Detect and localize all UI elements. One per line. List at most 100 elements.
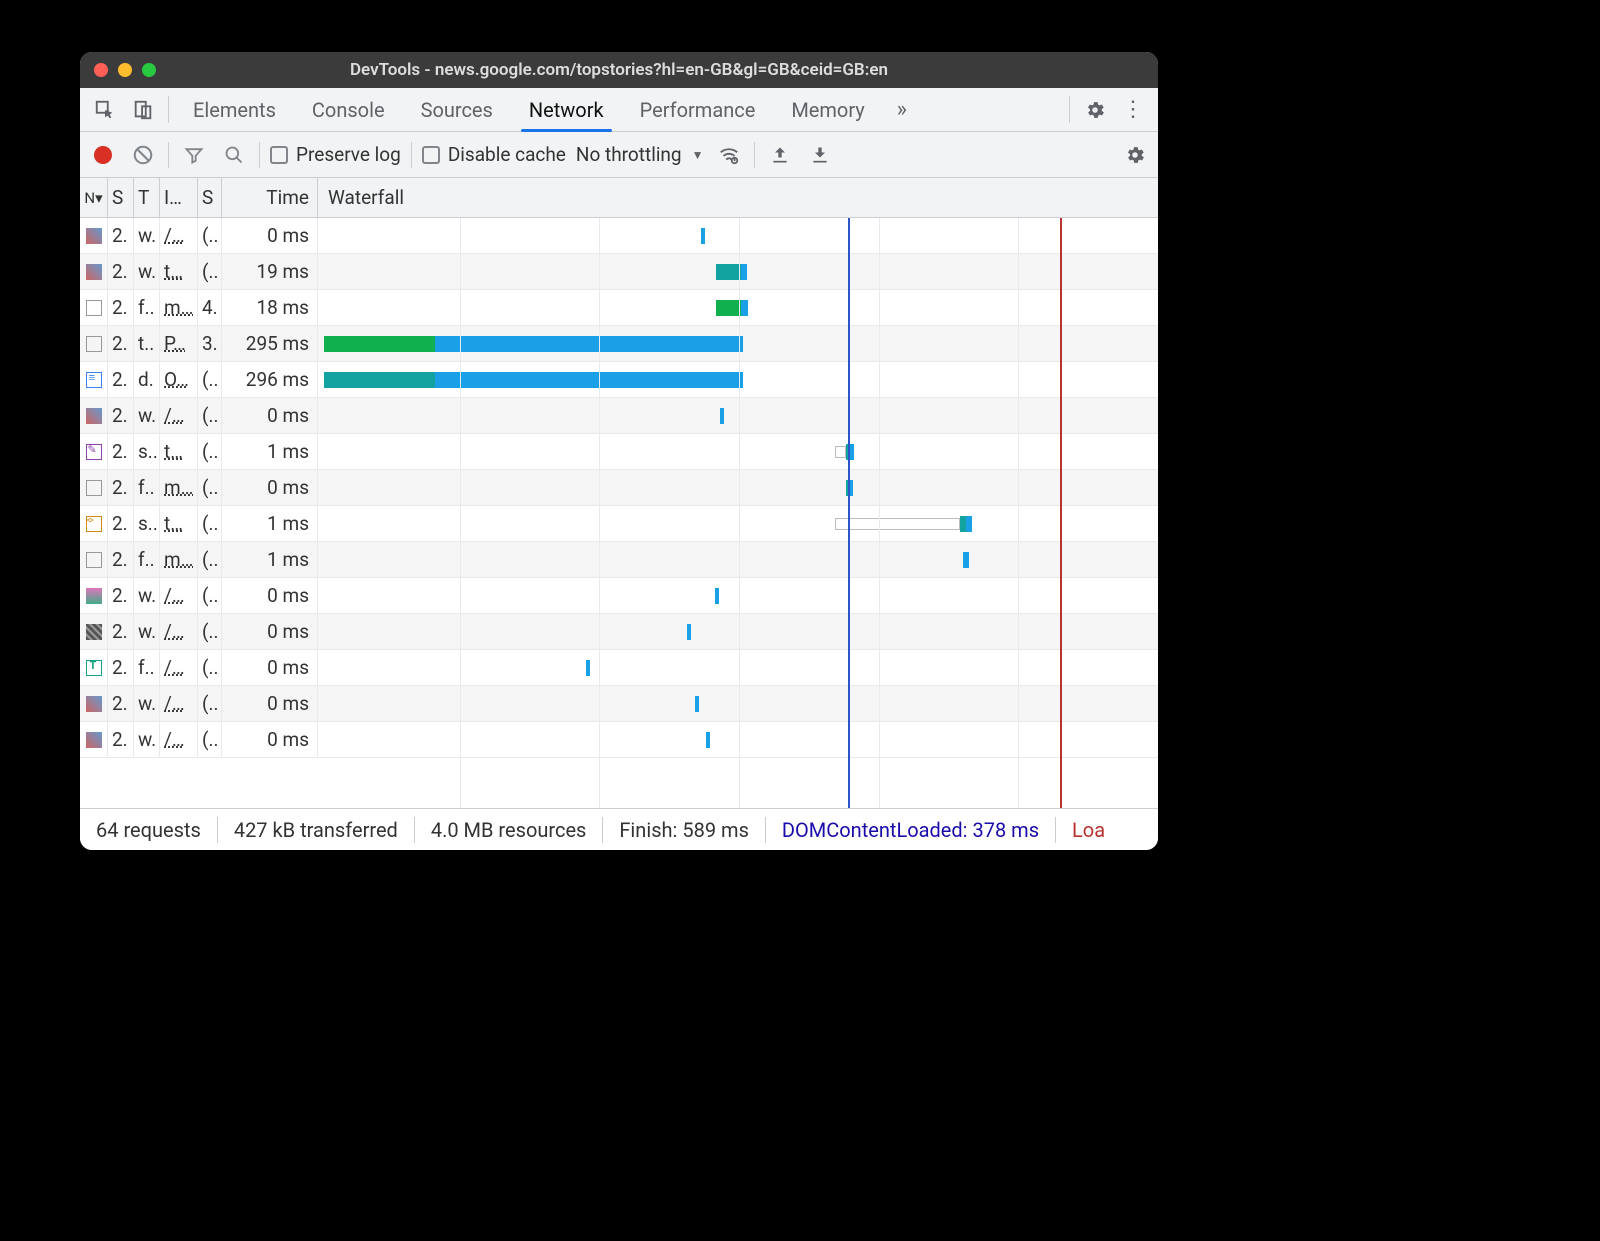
cell-time: 295 ms bbox=[222, 326, 318, 361]
col-status[interactable]: S bbox=[108, 178, 134, 217]
throttling-select[interactable]: No throttling ▼ bbox=[576, 143, 704, 166]
tab-elements[interactable]: Elements bbox=[175, 88, 294, 131]
devtools-window: DevTools - news.google.com/topstories?hl… bbox=[80, 52, 1158, 850]
request-row[interactable]: 2.s..t…(..1 ms bbox=[80, 434, 1158, 470]
cell-initiator: t… bbox=[160, 254, 198, 289]
cell-time: 1 ms bbox=[222, 542, 318, 577]
request-row[interactable]: 2.f..m…4.18 ms bbox=[80, 290, 1158, 326]
more-tabs-icon[interactable]: » bbox=[883, 88, 921, 131]
img-icon bbox=[86, 228, 102, 244]
cell-initiator: /… bbox=[160, 722, 198, 757]
cell-initiator: O… bbox=[160, 362, 198, 397]
file-icon bbox=[86, 552, 102, 568]
request-row[interactable]: 2.w./…(..0 ms bbox=[80, 578, 1158, 614]
cell-time: 0 ms bbox=[222, 578, 318, 613]
network-toolbar: Preserve log Disable cache No throttling… bbox=[80, 132, 1158, 178]
preserve-log-label: Preserve log bbox=[296, 143, 401, 166]
request-row[interactable]: 2.w./…(..0 ms bbox=[80, 686, 1158, 722]
cell-size: (.. bbox=[198, 650, 222, 685]
close-window-button[interactable] bbox=[94, 63, 108, 77]
tab-sources[interactable]: Sources bbox=[403, 88, 511, 131]
cell-type: s.. bbox=[134, 434, 160, 469]
cell-type: w. bbox=[134, 686, 160, 721]
settings-icon[interactable] bbox=[1076, 88, 1114, 131]
clear-button[interactable] bbox=[128, 140, 158, 170]
text-icon bbox=[86, 660, 102, 676]
inspect-element-icon[interactable] bbox=[86, 88, 124, 131]
request-row[interactable]: 2.w./…(..0 ms bbox=[80, 614, 1158, 650]
window-title: DevTools - news.google.com/topstories?hl… bbox=[80, 60, 1158, 80]
upload-har-icon[interactable] bbox=[765, 140, 795, 170]
cell-status: 2. bbox=[108, 326, 134, 361]
search-icon[interactable] bbox=[219, 140, 249, 170]
request-row[interactable]: 2.w./…(..0 ms bbox=[80, 398, 1158, 434]
cell-waterfall bbox=[318, 218, 1158, 253]
col-name-sort[interactable]: N▾ bbox=[80, 178, 108, 217]
cell-initiator: t… bbox=[160, 434, 198, 469]
request-row[interactable]: 2.w./…(..0 ms bbox=[80, 722, 1158, 758]
kebab-menu-icon[interactable]: ⋮ bbox=[1114, 88, 1152, 131]
cell-time: 0 ms bbox=[222, 470, 318, 505]
col-waterfall[interactable]: Waterfall bbox=[318, 178, 1158, 217]
cell-type: w. bbox=[134, 218, 160, 253]
cell-size: (.. bbox=[198, 362, 222, 397]
cell-type: s.. bbox=[134, 506, 160, 541]
cell-type: f.. bbox=[134, 542, 160, 577]
cell-waterfall bbox=[318, 470, 1158, 505]
cell-waterfall bbox=[318, 578, 1158, 613]
col-initiator[interactable]: I… bbox=[160, 178, 198, 217]
cell-type: f.. bbox=[134, 650, 160, 685]
cell-type: w. bbox=[134, 722, 160, 757]
cell-waterfall bbox=[318, 614, 1158, 649]
cell-type: f.. bbox=[134, 470, 160, 505]
col-time[interactable]: Time bbox=[222, 178, 318, 217]
request-row[interactable]: 2.w.t…(..19 ms bbox=[80, 254, 1158, 290]
cell-status: 2. bbox=[108, 290, 134, 325]
cell-waterfall bbox=[318, 686, 1158, 721]
request-row[interactable]: 2.w./…(..0 ms bbox=[80, 218, 1158, 254]
stylus-icon bbox=[86, 444, 102, 460]
record-button[interactable] bbox=[88, 140, 118, 170]
col-size[interactable]: S bbox=[198, 178, 222, 217]
window-controls bbox=[80, 63, 156, 77]
filter-icon[interactable] bbox=[179, 140, 209, 170]
cell-status: 2. bbox=[108, 362, 134, 397]
cell-size: (.. bbox=[198, 506, 222, 541]
preserve-log-checkbox[interactable]: Preserve log bbox=[270, 143, 401, 166]
request-row[interactable]: 2.s..t…(..1 ms bbox=[80, 506, 1158, 542]
cell-size: (.. bbox=[198, 218, 222, 253]
disable-cache-checkbox[interactable]: Disable cache bbox=[422, 143, 566, 166]
cell-time: 1 ms bbox=[222, 434, 318, 469]
minimize-window-button[interactable] bbox=[118, 63, 132, 77]
cell-time: 0 ms bbox=[222, 686, 318, 721]
cell-status: 2. bbox=[108, 578, 134, 613]
tab-console[interactable]: Console bbox=[294, 88, 403, 131]
tab-network[interactable]: Network bbox=[511, 88, 622, 131]
request-row[interactable]: 2.d.O…(..296 ms bbox=[80, 362, 1158, 398]
cell-type: d. bbox=[134, 362, 160, 397]
request-row[interactable]: 2.f..m…(..1 ms bbox=[80, 542, 1158, 578]
request-row[interactable]: 2.f..m…(..0 ms bbox=[80, 470, 1158, 506]
cell-status: 2. bbox=[108, 506, 134, 541]
zoom-window-button[interactable] bbox=[142, 63, 156, 77]
tab-performance[interactable]: Performance bbox=[622, 88, 774, 131]
download-har-icon[interactable] bbox=[805, 140, 835, 170]
cell-size: (.. bbox=[198, 254, 222, 289]
img-icon bbox=[86, 408, 102, 424]
network-table-header: N▾ S T I… S Time Waterfall bbox=[80, 178, 1158, 218]
col-type[interactable]: T bbox=[134, 178, 160, 217]
network-requests-list: 2.w./…(..0 ms2.w.t…(..19 ms2.f..m…4.18 m… bbox=[80, 218, 1158, 808]
panel-settings-icon[interactable] bbox=[1120, 140, 1150, 170]
cell-status: 2. bbox=[108, 218, 134, 253]
request-row[interactable]: 2.f../…(..0 ms bbox=[80, 650, 1158, 686]
cell-waterfall bbox=[318, 362, 1158, 397]
device-toolbar-icon[interactable] bbox=[124, 88, 162, 131]
network-conditions-icon[interactable] bbox=[714, 140, 744, 170]
cell-initiator: t… bbox=[160, 506, 198, 541]
cell-status: 2. bbox=[108, 686, 134, 721]
request-row[interactable]: 2.t..P…3.295 ms bbox=[80, 326, 1158, 362]
cell-size: 4. bbox=[198, 290, 222, 325]
cell-initiator: P… bbox=[160, 326, 198, 361]
devtools-tabstrip: ElementsConsoleSourcesNetworkPerformance… bbox=[80, 88, 1158, 132]
tab-memory[interactable]: Memory bbox=[773, 88, 882, 131]
